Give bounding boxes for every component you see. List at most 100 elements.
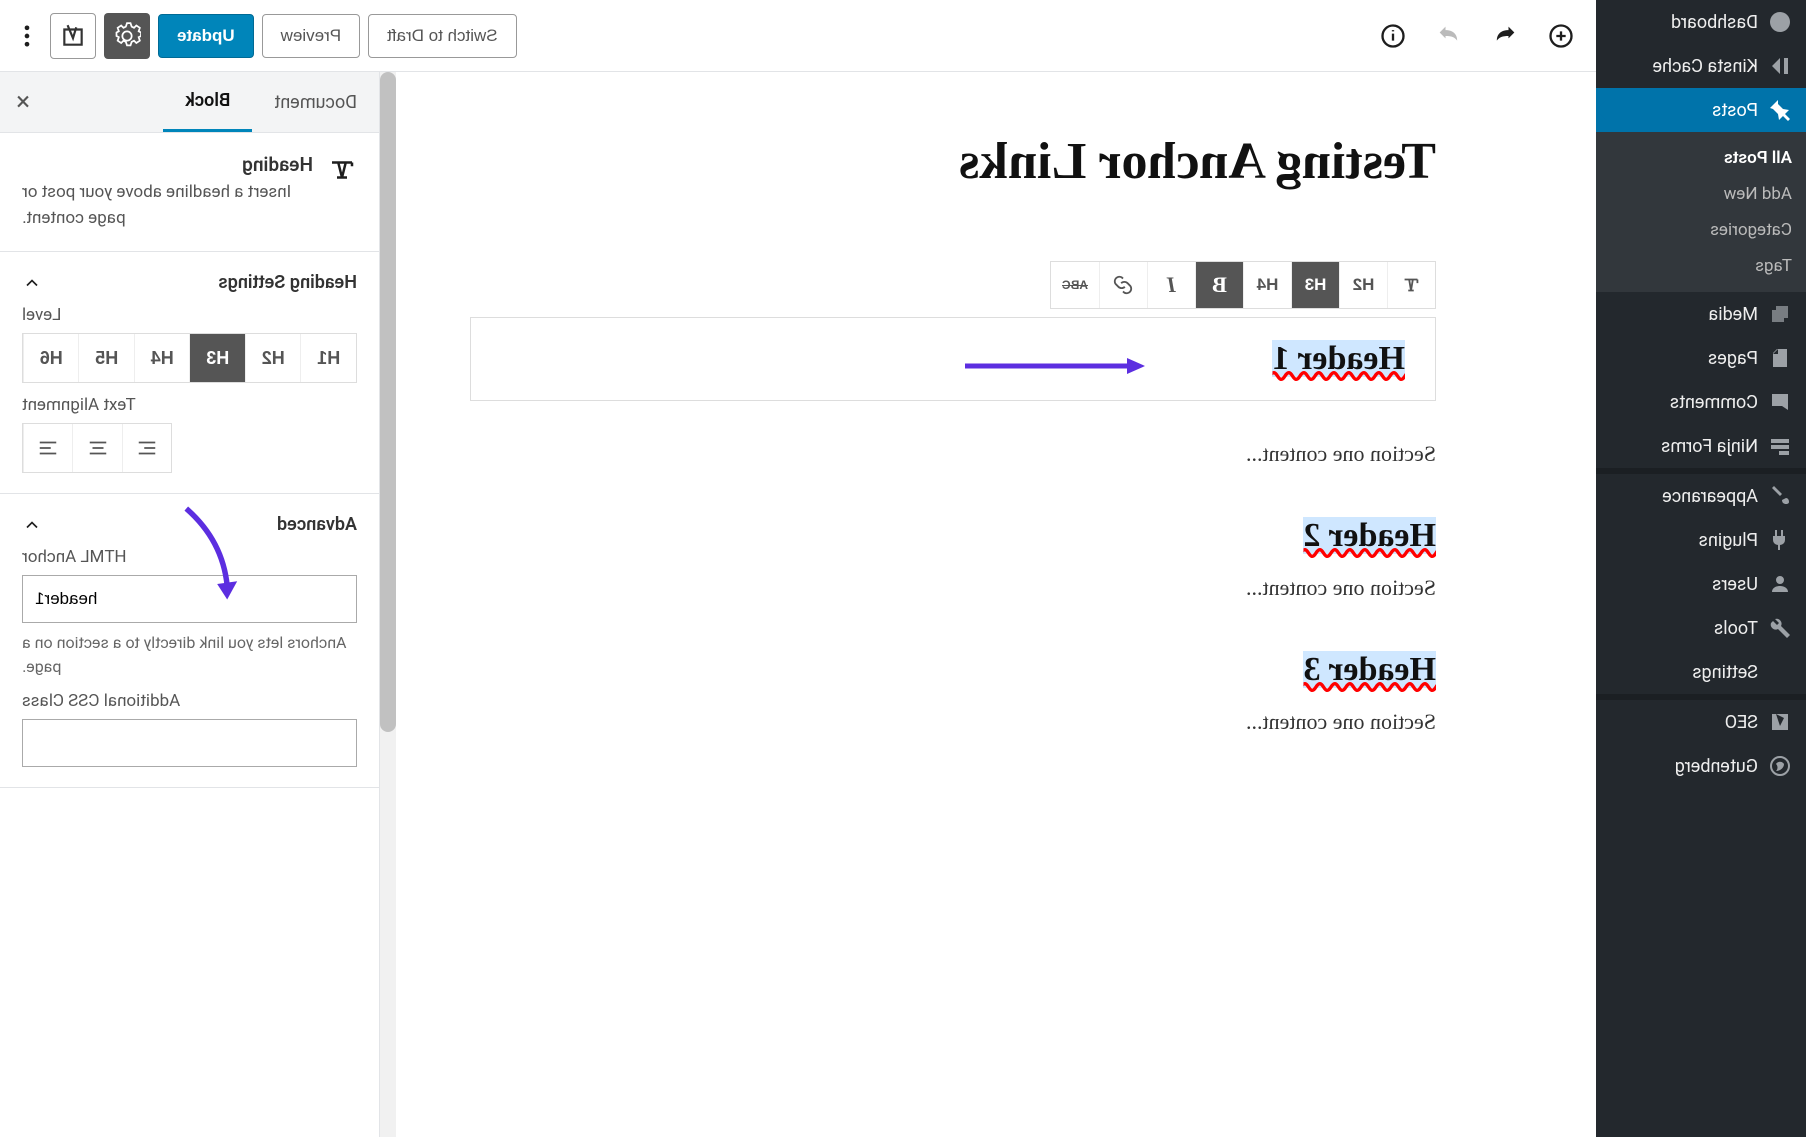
- sub-categories[interactable]: Categories: [1596, 212, 1806, 248]
- dashboard-icon: [1768, 10, 1792, 34]
- sub-tags[interactable]: Tags: [1596, 248, 1806, 284]
- heading-text[interactable]: Header 1: [1272, 340, 1405, 377]
- menu-label: Appearance: [1662, 486, 1758, 507]
- info-button[interactable]: [1370, 13, 1416, 59]
- menu-comments[interactable]: Comments: [1596, 380, 1806, 424]
- yoast-button[interactable]: [50, 13, 96, 59]
- menu-users[interactable]: Users: [1596, 562, 1806, 606]
- level-h6[interactable]: H6: [23, 334, 79, 382]
- yoast-icon: [1768, 710, 1792, 734]
- media-icon: [1768, 302, 1792, 326]
- add-block-button[interactable]: [1538, 13, 1584, 59]
- menu-media[interactable]: Media: [1596, 292, 1806, 336]
- level-h5[interactable]: H5: [79, 334, 135, 382]
- advanced-panel: Advanced HTML Anchor Anchors lets you li…: [0, 494, 379, 788]
- form-icon: [1768, 434, 1792, 458]
- menu-label: Users: [1712, 574, 1758, 595]
- bold-button[interactable]: B: [1195, 262, 1243, 308]
- post-title[interactable]: Testing Anchor Links: [470, 132, 1436, 191]
- level-h3[interactable]: H3: [190, 334, 246, 382]
- menu-posts[interactable]: Posts: [1596, 88, 1806, 132]
- update-button[interactable]: Update: [158, 14, 254, 58]
- sliders-icon: [1768, 660, 1792, 684]
- menu-label: Settings: [1692, 662, 1758, 683]
- sub-add-new[interactable]: Add New: [1596, 176, 1806, 212]
- level-h1[interactable]: H1: [301, 334, 357, 382]
- menu-label: Comments: [1670, 392, 1758, 413]
- editor-canvas: Testing Anchor Links H2 H3 H4 B I ABC He…: [380, 72, 1596, 1137]
- scrollbar[interactable]: [380, 72, 396, 1137]
- panel-toggle[interactable]: Heading Settings: [22, 272, 357, 293]
- preview-button[interactable]: Preview: [262, 14, 360, 58]
- menu-label: Gutenberg: [1675, 756, 1758, 777]
- plug-icon: [1768, 528, 1792, 552]
- pin-icon: [1768, 98, 1792, 122]
- pages-icon: [1768, 346, 1792, 370]
- undo-button[interactable]: [1482, 13, 1528, 59]
- css-input[interactable]: [22, 719, 357, 767]
- menu-dashboard[interactable]: Dashboard: [1596, 0, 1806, 44]
- align-right[interactable]: [23, 424, 72, 472]
- menu-ninja[interactable]: Ninja Forms: [1596, 424, 1806, 468]
- menu-gutenberg[interactable]: Gutenberg: [1596, 744, 1806, 788]
- comments-icon: [1768, 390, 1792, 414]
- anchor-label: HTML Anchor: [22, 547, 357, 567]
- menu-label: Ninja Forms: [1661, 436, 1758, 457]
- align-left[interactable]: [122, 424, 171, 472]
- menu-tools[interactable]: Tools: [1596, 606, 1806, 650]
- menu-label: SEO: [1725, 712, 1758, 733]
- menu-label: Pages: [1708, 348, 1758, 369]
- settings-button[interactable]: [104, 13, 150, 59]
- kinsta-icon: [1768, 54, 1792, 78]
- brush-icon: [1768, 484, 1792, 508]
- wrench-icon: [1768, 616, 1792, 640]
- block-type-title: Heading: [22, 153, 313, 176]
- align-center[interactable]: [72, 424, 121, 472]
- heading-block[interactable]: Header 3: [470, 651, 1436, 689]
- editor-topbar: Switch to Draft Preview Update: [0, 0, 1596, 72]
- gutenberg-icon: [1768, 754, 1792, 778]
- strikethrough-button[interactable]: ABC: [1051, 262, 1099, 308]
- italic-button[interactable]: I: [1147, 262, 1195, 308]
- menu-pages[interactable]: Pages: [1596, 336, 1806, 380]
- panel-toggle[interactable]: Advanced: [22, 514, 357, 535]
- align-label: Text Alignment: [22, 395, 357, 415]
- user-icon: [1768, 572, 1792, 596]
- heading-h4[interactable]: H4: [1243, 262, 1291, 308]
- chevron-up-icon: [22, 273, 42, 293]
- paragraph[interactable]: Section one content...: [470, 709, 1436, 735]
- heading-settings-panel: Heading Settings Level H1 H2 H3 H4 H5 H6…: [0, 252, 379, 494]
- heading-block-selected[interactable]: Header 1: [470, 317, 1436, 401]
- menu-label: Tools: [1714, 618, 1758, 639]
- admin-sidebar: Dashboard Kinsta Cache Posts All Posts A…: [1596, 0, 1806, 1137]
- redo-button[interactable]: [1426, 13, 1472, 59]
- paragraph[interactable]: Section one content...: [470, 441, 1436, 467]
- menu-label: Dashboard: [1671, 12, 1758, 33]
- block-type-button[interactable]: [1387, 262, 1435, 308]
- level-h2[interactable]: H2: [245, 334, 301, 382]
- level-h4[interactable]: H4: [134, 334, 190, 382]
- menu-appearance[interactable]: Appearance: [1596, 474, 1806, 518]
- tab-block[interactable]: Block: [163, 72, 252, 132]
- paragraph[interactable]: Section one content...: [470, 575, 1436, 601]
- switch-draft-button[interactable]: Switch to Draft: [368, 14, 517, 58]
- menu-kinsta[interactable]: Kinsta Cache: [1596, 44, 1806, 88]
- menu-seo[interactable]: SEO: [1596, 700, 1806, 744]
- menu-label: Kinsta Cache: [1653, 56, 1758, 77]
- menu-settings[interactable]: Settings: [1596, 650, 1806, 694]
- posts-submenu: All Posts Add New Categories Tags: [1596, 132, 1806, 292]
- close-sidebar[interactable]: ×: [0, 87, 46, 117]
- sub-all-posts[interactable]: All Posts: [1596, 140, 1806, 176]
- anchor-input[interactable]: [22, 575, 357, 623]
- heading-h2[interactable]: H2: [1339, 262, 1387, 308]
- link-button[interactable]: [1099, 262, 1147, 308]
- menu-plugins[interactable]: Plugins: [1596, 518, 1806, 562]
- heading-block[interactable]: Header 2: [470, 517, 1436, 555]
- menu-label: Media: [1708, 304, 1758, 325]
- settings-sidebar: Document Block × Heading Insert a headli…: [0, 72, 380, 1137]
- align-picker: [22, 423, 172, 473]
- menu-label: Plugins: [1699, 530, 1758, 551]
- tab-document[interactable]: Document: [252, 74, 379, 131]
- more-button[interactable]: [12, 13, 42, 59]
- heading-h3[interactable]: H3: [1291, 262, 1339, 308]
